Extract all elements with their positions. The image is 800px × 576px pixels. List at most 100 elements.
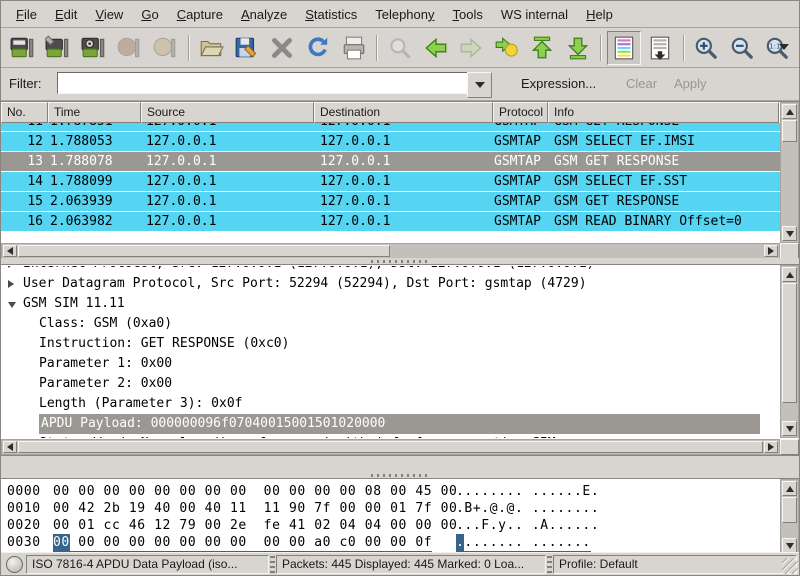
column-header-source[interactable]: Source [141,102,314,123]
scroll-down-button[interactable] [782,226,797,241]
save-file-button[interactable] [230,31,264,65]
vscroll-thumb[interactable] [782,497,797,523]
menu-statistics[interactable]: Statistics [296,3,366,26]
scroll-down-button[interactable] [782,538,797,553]
auto-scroll-button[interactable] [643,31,677,65]
list-interfaces-icon [10,35,36,61]
profile-status[interactable]: Profile: Default [553,555,797,574]
list-interfaces-button[interactable] [6,31,40,65]
apply-button[interactable]: Apply [674,76,707,91]
hex-row-0030[interactable]: 0030 00 00 00 00 00 00 00 00 00 00 a0 c0… [1,534,780,551]
capture-start-button[interactable] [77,31,111,65]
menu-edit[interactable]: Edit [46,3,86,26]
reload-file-button[interactable] [301,31,335,65]
go-to-packet-button[interactable] [490,31,524,65]
twisty-expanded-icon[interactable] [8,302,16,308]
packet-row-12[interactable]: 12 1.788053 127.0.0.1 127.0.0.1 GSMTAP G… [1,131,780,151]
hex-row-0020[interactable]: 0020 00 01 cc 46 12 79 00 2e fe 41 02 04… [1,517,780,534]
go-forward-icon [458,35,484,61]
clear-button[interactable]: Clear [626,76,657,91]
colorize-icon [611,35,637,61]
zoom-out-button[interactable] [725,31,759,65]
packet-row-13-selected[interactable]: 13 1.788078 127.0.0.1 127.0.0.1 GSMTAP G… [1,151,780,171]
column-header-info[interactable]: Info [548,102,779,123]
menu-help[interactable]: Help [577,3,622,26]
go-to-top-button[interactable] [525,31,559,65]
packet-row-14[interactable]: 14 1.788099 127.0.0.1 127.0.0.1 GSMTAP G… [1,171,780,191]
scroll-down-button[interactable] [782,421,797,436]
filter-dropdown-button[interactable] [467,72,492,98]
colorize-button[interactable] [607,31,641,65]
vscroll-thumb[interactable] [782,120,797,142]
menu-ws-internal[interactable]: WS internal [492,3,577,26]
twisty-collapsed-icon[interactable] [8,280,14,288]
print-button[interactable] [337,31,371,65]
hex-row-0010[interactable]: 0010 00 42 2b 19 40 00 40 11 11 90 7f 00… [1,500,780,517]
detail-row-udp[interactable]: User Datagram Protocol, Src Port: 52294 … [1,274,780,294]
close-file-button[interactable] [266,31,300,65]
capture-options-button[interactable] [42,31,76,65]
expression-button[interactable]: Expression... [521,76,596,91]
details-vscrollbar[interactable] [780,265,799,438]
scroll-up-button[interactable] [782,267,797,282]
expert-info-indicator[interactable] [6,556,23,573]
scrollbar-corner [780,243,799,259]
details-hscrollbar[interactable] [1,439,780,455]
detail-row-instruction[interactable]: Instruction: GET RESPONSE (0xc0) [1,334,780,354]
scroll-left-button[interactable] [3,245,17,257]
menu-file[interactable]: File [7,3,46,26]
detail-row-length[interactable]: Length (Parameter 3): 0x0f [1,394,780,414]
go-to-bottom-button[interactable] [561,31,595,65]
menu-telephony[interactable]: Telephony [366,3,443,26]
hscroll-thumb[interactable] [18,441,763,453]
detail-row-parameter2[interactable]: Parameter 2: 0x00 [1,374,780,394]
detail-row-class[interactable]: Class: GSM (0xa0) [1,314,780,334]
column-header-time[interactable]: Time [48,102,141,123]
capture-stop-button[interactable] [113,31,147,65]
menu-analyze[interactable]: Analyze [232,3,296,26]
zoom-100-button[interactable]: 1:1 [761,31,795,65]
detail-row-status-word[interactable]: Status Word: Normal ending of command wi… [1,434,780,438]
hex-row-0000[interactable]: 0000 00 00 00 00 00 00 00 00 00 00 00 00… [1,483,780,500]
packet-list-vscrollbar[interactable] [780,102,799,243]
open-file-button[interactable] [195,31,229,65]
scroll-left-button[interactable] [3,441,17,453]
scroll-up-button[interactable] [782,104,797,119]
menu-tools[interactable]: Tools [444,3,492,26]
menu-go[interactable]: Go [132,3,167,26]
find-packet-button[interactable] [383,31,417,65]
go-back-icon [423,35,449,61]
go-back-button[interactable] [419,31,453,65]
hex-selected-byte: 00 [53,534,70,551]
go-to-top-icon [529,35,555,61]
zoom-in-button[interactable] [690,31,724,65]
go-forward-button[interactable] [454,31,488,65]
twisty-collapsed-icon[interactable] [8,266,14,268]
detail-row-gsm-sim[interactable]: GSM SIM 11.11 [1,294,780,314]
menu-capture[interactable]: Capture [168,3,232,26]
statusbar-grip[interactable] [270,556,275,573]
capture-restart-button[interactable] [148,31,182,65]
packet-row-16[interactable]: 16 2.063982 127.0.0.1 127.0.0.1 GSMTAP G… [1,211,780,231]
hex-vscrollbar[interactable] [780,479,799,555]
packet-row-11-clipped[interactable]: 11 1.787851 127.0.0.1 127.0.0.1 GSMTAP G… [1,123,780,131]
detail-row-apdu-payload-selected[interactable]: APDU Payload: 000000096f0704001500150102… [1,414,780,434]
detail-row-ip-clipped[interactable]: Internet Protocol, Src: 127.0.0.1 (127.0… [1,266,780,274]
statusbar-grip[interactable] [547,556,552,573]
column-header-destination[interactable]: Destination [314,102,493,123]
packet-list-hscrollbar[interactable] [1,243,780,259]
packet-row-15[interactable]: 15 2.063939 127.0.0.1 127.0.0.1 GSMTAP G… [1,191,780,211]
hscroll-thumb[interactable] [18,245,390,257]
menu-view[interactable]: View [86,3,132,26]
column-header-protocol[interactable]: Protocol [493,102,548,123]
scroll-up-button[interactable] [782,481,797,496]
splitter-grip [371,474,431,477]
scroll-right-button[interactable] [764,441,778,453]
filter-input[interactable] [57,72,469,94]
window-resize-grip[interactable] [782,558,798,574]
detail-row-parameter1[interactable]: Parameter 1: 0x00 [1,354,780,374]
toolbar-overflow-chevron-icon[interactable] [779,44,789,50]
scroll-right-button[interactable] [764,245,778,257]
column-header-no[interactable]: No. [1,102,48,123]
vscroll-thumb[interactable] [782,283,797,403]
